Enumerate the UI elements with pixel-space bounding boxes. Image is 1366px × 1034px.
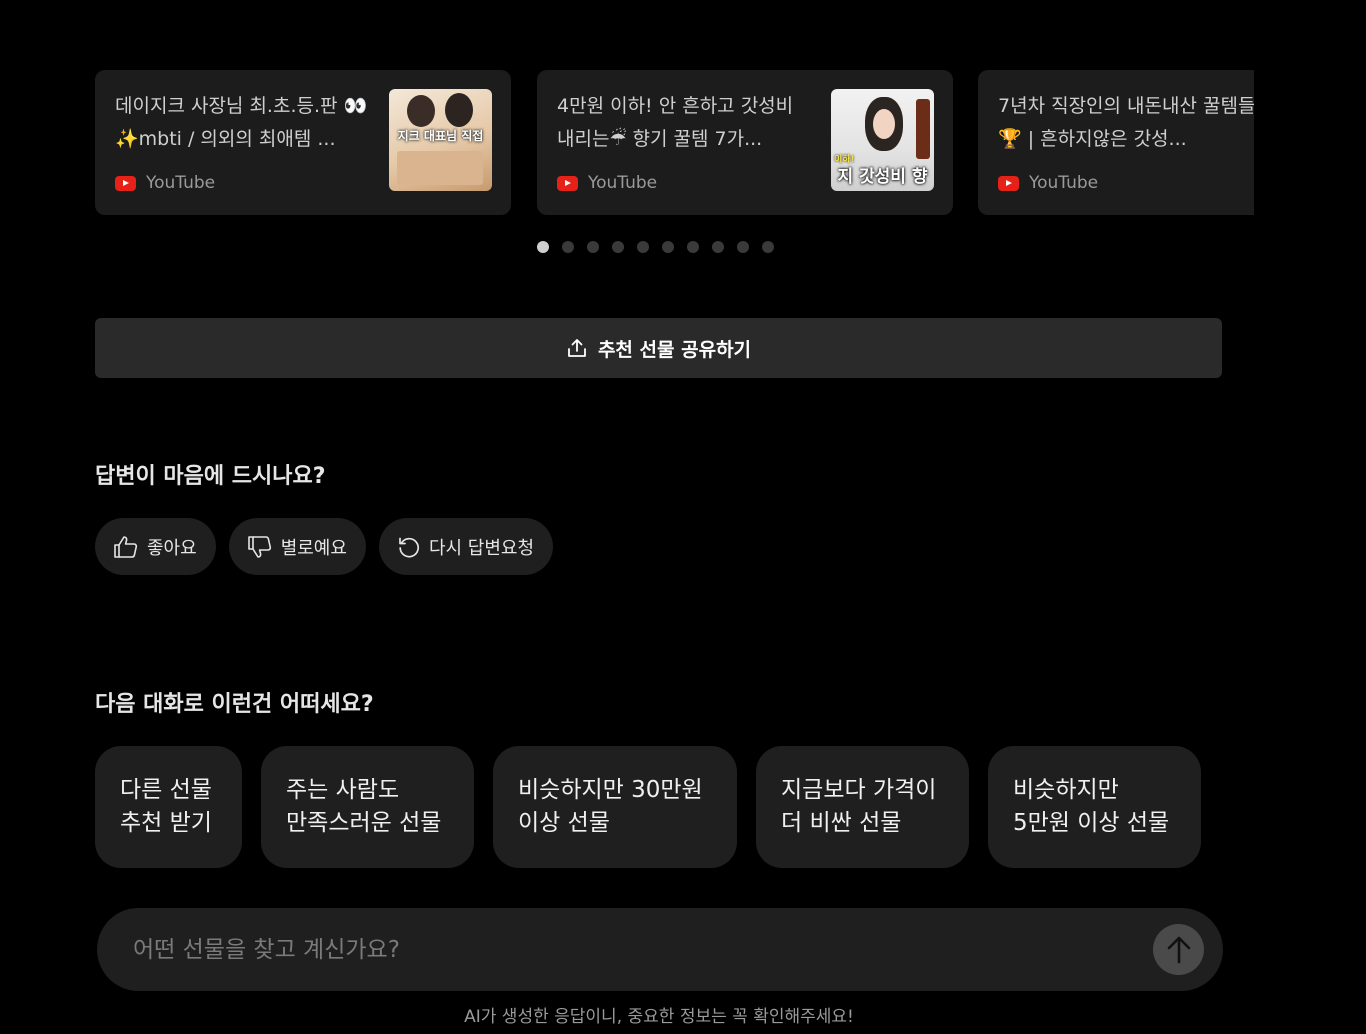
video-carousel: 데이지크 사장님 최.초.등.판 👀✨mbti / 의외의 최애템 ... Yo…: [95, 70, 1254, 215]
suggestion-chip[interactable]: 주는 사람도 만족스러운 선물: [261, 746, 474, 868]
video-source: YouTube: [557, 171, 657, 195]
dislike-label: 별로예요: [280, 537, 347, 559]
send-button[interactable]: [1153, 924, 1204, 975]
regenerate-label: 다시 답변요청: [428, 537, 535, 559]
video-thumbnail: 지크 대표님 직접: [389, 89, 492, 191]
carousel-dot[interactable]: [712, 241, 724, 253]
carousel-dot[interactable]: [662, 241, 674, 253]
carousel-dot[interactable]: [762, 241, 774, 253]
suggestions-title: 다음 대화로 이런건 어떠세요?: [95, 692, 374, 717]
video-title: 4만원 이하! 안 흔하고 갓성비 내리는☔ 향기 꿀템 7가...: [557, 95, 794, 150]
arrow-up-icon: [1167, 936, 1190, 963]
page: 데이지크 사장님 최.초.등.판 👀✨mbti / 의외의 최애템 ... Yo…: [0, 0, 1366, 1034]
carousel-dot[interactable]: [562, 241, 574, 253]
video-source-label: YouTube: [588, 173, 658, 193]
carousel-pagination: [537, 241, 774, 253]
like-label: 좋아요: [147, 537, 197, 559]
regenerate-button[interactable]: 다시 답변요청: [378, 518, 554, 575]
share-upload-icon: [568, 339, 586, 357]
suggestion-chip[interactable]: 다른 선물 추천 받기: [95, 746, 242, 868]
suggestion-chip[interactable]: 비슷하지만 5만원 이상 선물: [988, 746, 1201, 868]
video-source: YouTube: [998, 171, 1098, 195]
carousel-dot[interactable]: [687, 241, 699, 253]
thumbs-up-icon: [114, 535, 138, 558]
share-recommendation-button[interactable]: 추천 선물 공유하기: [95, 318, 1222, 378]
video-title: 데이지크 사장님 최.초.등.판 👀✨mbti / 의외의 최애템 ...: [115, 95, 368, 150]
like-button[interactable]: 좋아요: [95, 518, 216, 575]
share-button-label: 추천 선물 공유하기: [597, 338, 752, 361]
youtube-icon: [557, 175, 578, 191]
youtube-icon: [115, 175, 136, 191]
video-card[interactable]: 4만원 이하! 안 흔하고 갓성비 내리는☔ 향기 꿀템 7가... YouTu…: [537, 70, 953, 215]
thumbnail-caption: 지 갓성비 향: [837, 167, 928, 187]
thumbs-down-icon: [247, 535, 271, 558]
video-source: YouTube: [115, 171, 215, 195]
carousel-dot[interactable]: [537, 241, 549, 253]
suggestion-chip[interactable]: 비슷하지만 30만원 이상 선물: [493, 746, 737, 868]
carousel-dot[interactable]: [587, 241, 599, 253]
chat-input[interactable]: [133, 908, 1133, 991]
suggestion-chips: 다른 선물 추천 받기 주는 사람도 만족스러운 선물 비슷하지만 30만원 이…: [95, 746, 1201, 868]
feedback-buttons: 좋아요 별로예요 다시 답변요청: [95, 518, 554, 575]
video-thumbnail: 이하! 지 갓성비 향: [831, 89, 934, 191]
youtube-icon: [998, 175, 1019, 191]
carousel-dot[interactable]: [737, 241, 749, 253]
refresh-icon: [399, 537, 419, 557]
ai-disclaimer: AI가 생성한 응답이니, 중요한 정보는 꼭 확인해주세요!: [464, 1007, 854, 1027]
thumbnail-caption: 지크 대표님 직접: [397, 129, 484, 143]
video-source-label: YouTube: [1029, 173, 1099, 193]
video-card[interactable]: 데이지크 사장님 최.초.등.판 👀✨mbti / 의외의 최애템 ... Yo…: [95, 70, 511, 215]
carousel-dot[interactable]: [612, 241, 624, 253]
video-source-label: YouTube: [146, 173, 216, 193]
video-card[interactable]: 7년차 직장인의 내돈내산 꿀템들🏆 | 흔하지않은 갓성... YouTube: [978, 70, 1254, 215]
suggestion-chip[interactable]: 지금보다 가격이 더 비싼 선물: [756, 746, 969, 868]
video-title: 7년차 직장인의 내돈내산 꿀템들🏆 | 흔하지않은 갓성...: [998, 95, 1254, 150]
feedback-title: 답변이 마음에 드시나요?: [95, 464, 326, 489]
carousel-dot[interactable]: [637, 241, 649, 253]
chat-input-bar: [97, 908, 1223, 991]
dislike-button[interactable]: 별로예요: [228, 518, 366, 575]
